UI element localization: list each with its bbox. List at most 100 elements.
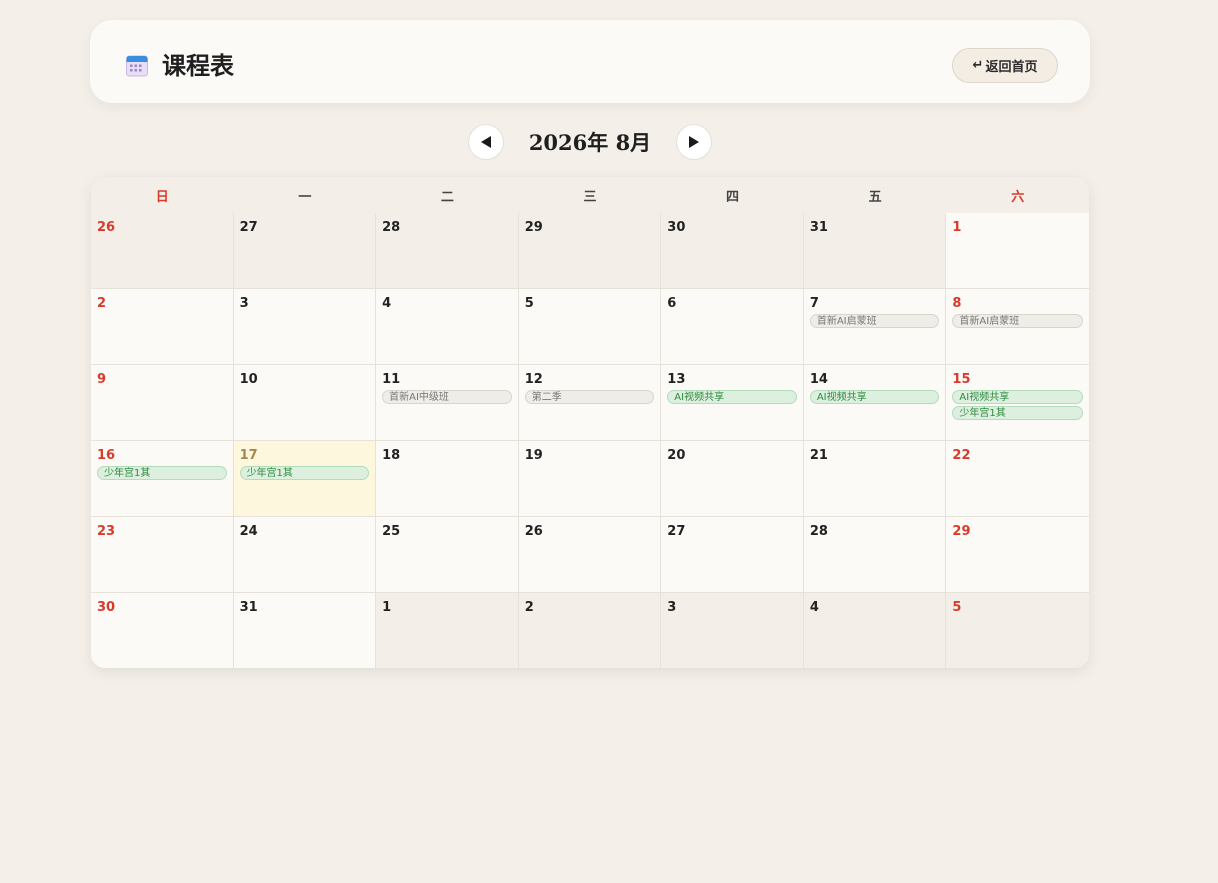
day-number: 10 [239, 372, 258, 387]
day-cell[interactable]: 30 [91, 593, 234, 668]
day-number: 28 [809, 524, 828, 539]
day-number: 26 [97, 220, 116, 235]
day-number: 23 [97, 524, 116, 539]
day-number: 24 [239, 524, 258, 539]
day-cell[interactable]: 26 [518, 517, 662, 593]
day-number: 5 [952, 600, 962, 615]
day-grid: 26 27 28 29 30 31 1 2 3 4 5 6 7 首新AI启蒙班 8 首新AI启蒙班 9 10 11 首… [91, 213, 1089, 668]
day-number: 9 [97, 372, 107, 387]
day-number: 28 [382, 220, 401, 235]
weekday-header: 日一二三四五六 [91, 177, 1089, 213]
day-cell[interactable]: 7 首新AI启蒙班 [803, 289, 947, 365]
day-cell[interactable]: 6 [661, 289, 804, 365]
day-number: 4 [809, 600, 819, 615]
day-number: 19 [524, 448, 543, 463]
day-number: 21 [809, 448, 828, 463]
day-cell[interactable]: 22 [946, 441, 1089, 517]
day-number: 30 [667, 220, 686, 235]
course-event[interactable]: AI视频共享 [809, 390, 940, 404]
day-cell[interactable]: 3 [661, 593, 804, 668]
day-number: 29 [524, 220, 543, 235]
day-cell-today[interactable]: 17 少年宫1其 [233, 441, 377, 517]
day-number: 7 [809, 296, 819, 311]
course-event[interactable]: 首新AI启蒙班 [952, 314, 1083, 328]
course-event[interactable]: 首新AI启蒙班 [809, 314, 940, 328]
day-number: 30 [97, 600, 116, 615]
day-cell[interactable]: 16 少年宫1其 [91, 441, 234, 517]
day-cell[interactable]: 14 AI视频共享 [803, 365, 947, 441]
month-label: 2026年 8月 [528, 130, 652, 155]
day-number: 22 [952, 448, 971, 463]
day-number: 6 [667, 296, 677, 311]
weekday-label: 日 [155, 189, 169, 205]
day-number: 3 [667, 600, 677, 615]
back-home-label: 返回首页 [985, 60, 1038, 75]
day-cell[interactable]: 4 [376, 289, 519, 365]
day-cell[interactable]: 12 第二季 [518, 365, 662, 441]
day-cell[interactable]: 2 [518, 593, 662, 668]
day-cell[interactable]: 4 [803, 593, 947, 668]
day-number: 27 [239, 220, 258, 235]
day-cell[interactable]: 19 [518, 441, 662, 517]
day-number: 16 [97, 448, 116, 463]
triangle-left-icon [481, 136, 491, 148]
day-cell[interactable]: 27 [233, 213, 377, 289]
course-event[interactable]: 少年宫1其 [239, 466, 370, 480]
day-cell[interactable]: 30 [661, 213, 804, 289]
course-event[interactable]: 第二季 [524, 390, 655, 404]
day-cell[interactable]: 31 [233, 593, 377, 668]
day-cell[interactable]: 3 [233, 289, 377, 365]
prev-month-button[interactable] [468, 124, 504, 160]
page-title: 课程表 [162, 51, 234, 80]
day-cell[interactable]: 26 [91, 213, 234, 289]
day-cell[interactable]: 20 [661, 441, 804, 517]
page-header: 课程表 ↵ 返回首页 [90, 20, 1090, 103]
weekday-label: 五 [868, 189, 882, 205]
course-event[interactable]: 少年宫1其 [97, 466, 227, 480]
day-number: 2 [97, 296, 107, 311]
day-cell[interactable]: 8 首新AI启蒙班 [946, 289, 1089, 365]
day-cell[interactable]: 29 [518, 213, 662, 289]
day-cell[interactable]: 21 [803, 441, 947, 517]
course-event[interactable]: AI视频共享 [667, 390, 797, 404]
day-cell[interactable]: 28 [376, 213, 519, 289]
day-cell[interactable]: 2 [91, 289, 234, 365]
weekday-label: 六 [1011, 189, 1025, 205]
day-cell[interactable]: 18 [376, 441, 519, 517]
day-cell[interactable]: 13 AI视频共享 [661, 365, 804, 441]
day-cell[interactable]: 1 [376, 593, 519, 668]
day-cell[interactable]: 10 [233, 365, 377, 441]
weekday-label: 一 [298, 189, 312, 205]
day-number: 3 [239, 296, 249, 311]
day-number: 31 [239, 600, 258, 615]
day-cell[interactable]: 15 AI视频共享 少年宫1其 [946, 365, 1089, 441]
day-cell[interactable]: 5 [518, 289, 662, 365]
day-number: 31 [809, 220, 828, 235]
day-number: 12 [524, 372, 543, 387]
day-number: 26 [524, 524, 543, 539]
next-month-button[interactable] [676, 124, 712, 160]
course-event[interactable]: 首新AI中级班 [382, 390, 512, 404]
day-number: 13 [667, 372, 686, 387]
day-cell[interactable]: 1 [946, 213, 1089, 289]
day-cell[interactable]: 11 首新AI中级班 [376, 365, 519, 441]
back-home-button[interactable]: ↵ 返回首页 [952, 48, 1058, 83]
day-number: 29 [952, 524, 971, 539]
day-cell[interactable]: 31 [803, 213, 947, 289]
day-number: 8 [952, 296, 962, 311]
day-cell[interactable]: 5 [946, 593, 1089, 668]
weekday-label: 三 [583, 189, 597, 205]
day-cell[interactable]: 24 [233, 517, 377, 593]
day-cell[interactable]: 25 [376, 517, 519, 593]
day-number: 14 [809, 372, 828, 387]
return-arrow-icon: ↵ [972, 58, 984, 73]
day-cell[interactable]: 27 [661, 517, 804, 593]
triangle-right-icon [689, 136, 699, 148]
course-event[interactable]: AI视频共享 [952, 390, 1083, 404]
course-event[interactable]: 少年宫1其 [952, 406, 1083, 420]
day-cell[interactable]: 9 [91, 365, 234, 441]
day-cell[interactable]: 29 [946, 517, 1089, 593]
day-number: 27 [667, 524, 686, 539]
day-cell[interactable]: 28 [803, 517, 947, 593]
day-cell[interactable]: 23 [91, 517, 234, 593]
